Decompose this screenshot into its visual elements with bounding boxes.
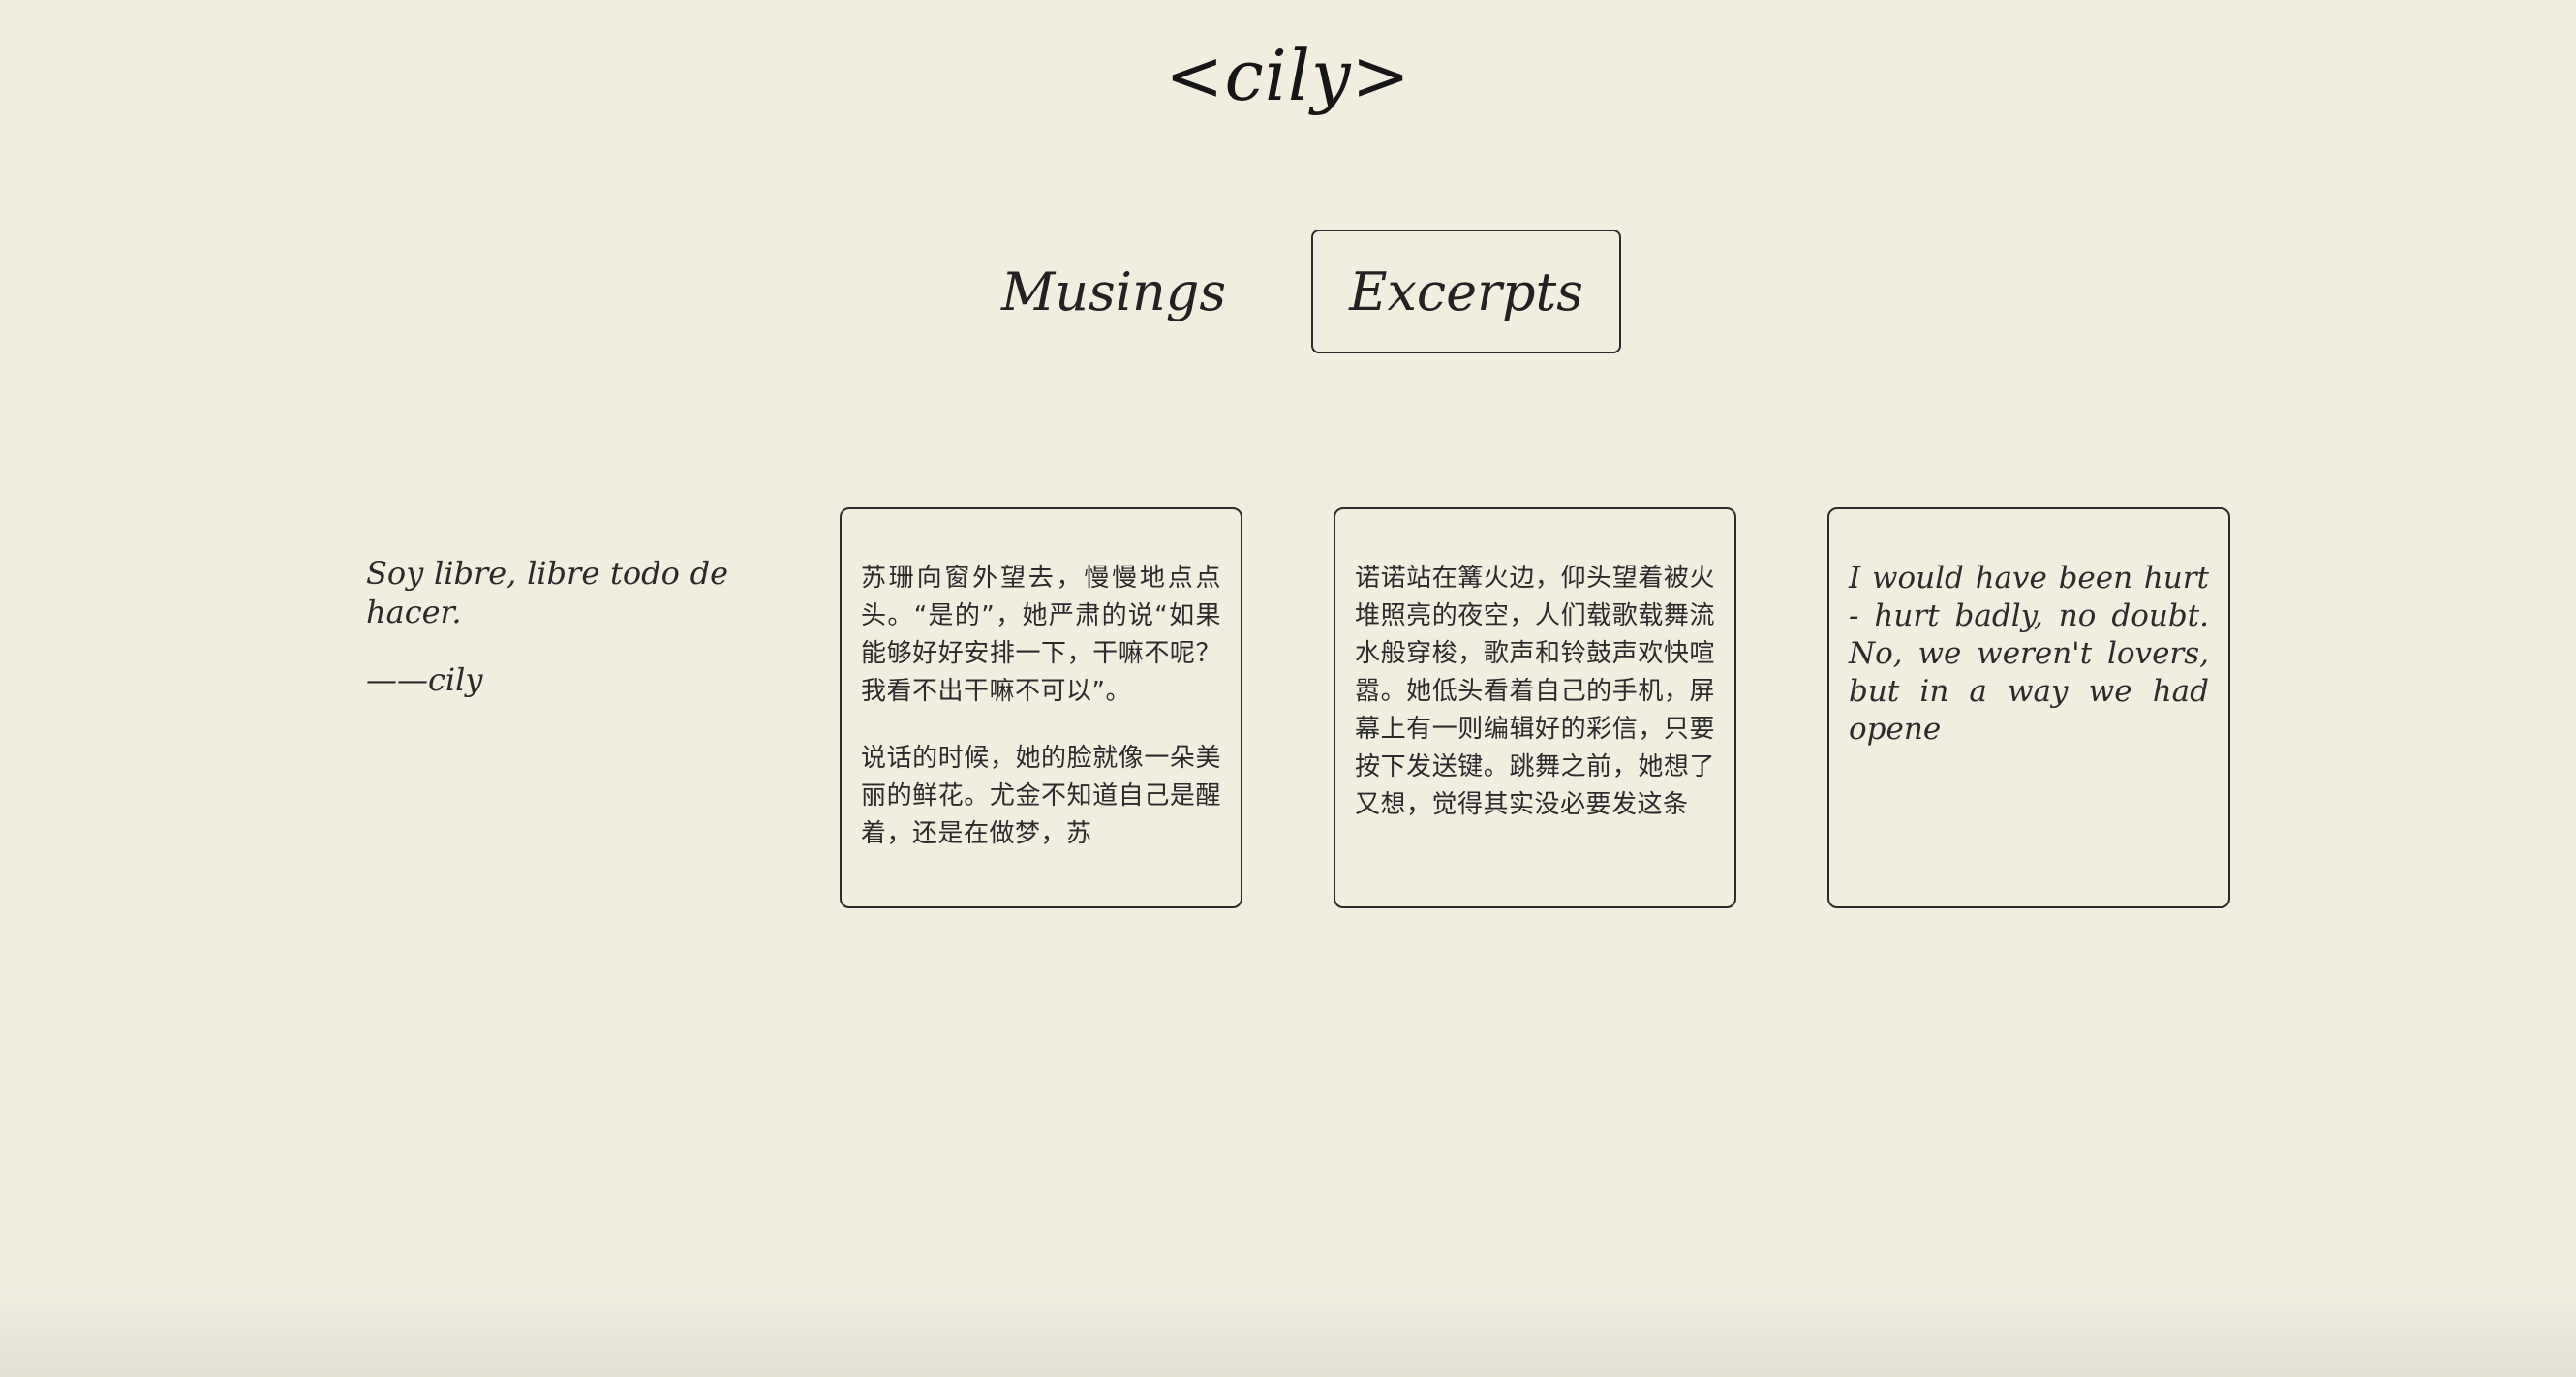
excerpt-paragraph: 苏珊向窗外望去，慢慢地点点头。“是的”，她严肃的说“如果能够好好安排一下，干嘛不… <box>861 564 1221 706</box>
quote-signature: ——cily <box>366 661 483 698</box>
quote-text: Soy libre, libre todo de hacer. <box>366 555 728 630</box>
tab-excerpts[interactable]: Excerpts <box>1311 230 1621 353</box>
excerpt-card[interactable]: 诺诺站在篝火边，仰头望着被火堆照亮的夜空，人们载歌载舞流水般穿梭，歌声和铃鼓声欢… <box>1334 507 1736 908</box>
tab-musings[interactable]: Musings <box>978 230 1249 353</box>
main-nav: Musings Excerpts <box>0 230 2576 357</box>
excerpt-card[interactable]: 苏珊向窗外望去，慢慢地点点头。“是的”，她严肃的说“如果能够好好安排一下，干嘛不… <box>840 507 1242 908</box>
excerpt-paragraph: 说话的时候，她的脸就像一朵美丽的鲜花。尤金不知道自己是醒着，还是在做梦，苏 <box>861 744 1221 848</box>
motto-quote: Soy libre, libre todo de hacer. ——cily <box>366 554 728 699</box>
excerpt-paragraph: I would have been hurt - hurt badly, no … <box>1849 561 2209 747</box>
bottom-shadow <box>0 1290 2576 1377</box>
site-title[interactable]: <cily> <box>0 29 2576 122</box>
excerpt-card[interactable]: I would have been hurt - hurt badly, no … <box>1827 507 2230 908</box>
excerpt-paragraph: 诺诺站在篝火边，仰头望着被火堆照亮的夜空，人们载歌载舞流水般穿梭，歌声和铃鼓声欢… <box>1355 564 1715 819</box>
